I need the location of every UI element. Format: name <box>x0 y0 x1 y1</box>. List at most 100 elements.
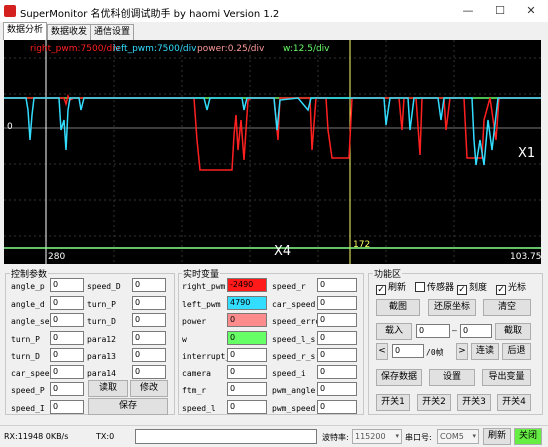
param-input[interactable]: 0 <box>132 365 166 379</box>
refresh-port-button[interactable]: 刷新 <box>483 428 511 445</box>
right-value: 103.75 <box>510 252 541 262</box>
port-select[interactable]: COM5 ▾ <box>437 429 479 444</box>
param-input[interactable]: 0 <box>50 382 84 396</box>
checkbox-label: 刻度 <box>469 283 488 293</box>
port-label: 串口号: <box>405 433 432 442</box>
prev-frame-button[interactable]: < <box>376 343 388 360</box>
scale-checkbox[interactable]: ✓ 刻度 <box>457 280 487 295</box>
load-to-input[interactable]: 0 <box>460 324 492 338</box>
tab-data-transfer[interactable]: 数据收发 <box>47 24 92 40</box>
switch3-button[interactable]: 开关3 <box>457 394 491 411</box>
tx-counter: TX:0 <box>96 432 115 441</box>
cut-button[interactable]: 截取 <box>495 323 531 340</box>
var-label: pwm_speed <box>272 404 316 413</box>
param-label: angle_p <box>11 282 45 291</box>
param-input[interactable]: 0 <box>132 348 166 362</box>
frame-input[interactable]: 0 <box>392 344 424 358</box>
waveform-canvas <box>4 40 541 264</box>
var-label: speed_l <box>182 404 216 413</box>
var-value: 0 <box>227 400 267 414</box>
param-input[interactable]: 0 <box>50 348 84 362</box>
param-input[interactable]: 0 <box>50 400 84 414</box>
param-label: turn_P <box>11 335 40 344</box>
cursor-value: 172 <box>353 240 371 250</box>
var-value: 0 <box>317 365 357 379</box>
frame-count: /0帧 <box>426 348 444 357</box>
var-value: 0 <box>227 382 267 396</box>
tab-data-analysis[interactable]: 数据分析 <box>3 22 48 40</box>
load-button[interactable]: 载入 <box>376 323 412 340</box>
oscilloscope[interactable]: right_pwm:7500/div left_pwm:7500/div pow… <box>4 40 541 264</box>
checkbox-checked-icon: ✓ <box>457 285 467 295</box>
param-input[interactable]: 0 <box>50 278 84 292</box>
param-input[interactable]: 0 <box>132 331 166 345</box>
param-input[interactable]: 0 <box>132 296 166 310</box>
switch1-button[interactable]: 开关1 <box>376 394 410 411</box>
tab-bar: 数据分析 数据收发 通信设置 <box>0 22 548 40</box>
var-value: 0 <box>317 313 357 327</box>
x4-label: X4 <box>274 244 292 259</box>
port-value: COM5 <box>440 432 464 441</box>
function-title: 功能区 <box>373 267 403 280</box>
var-label: speed_i <box>272 369 306 378</box>
param-input[interactable]: 0 <box>132 278 166 292</box>
status-bar: RX:11948 0KB/s TX:0 波特率: 115200 ▾ 串口号: CO… <box>0 425 548 447</box>
param-input[interactable]: 0 <box>50 313 84 327</box>
close-port-button[interactable]: 关闭 <box>514 428 542 445</box>
var-label: power <box>182 317 207 326</box>
minimize-button[interactable]: — <box>458 3 478 18</box>
save-data-button[interactable]: 保存数据 <box>376 369 422 386</box>
grid <box>4 40 541 264</box>
var-value: 0 <box>317 331 357 345</box>
param-label: para12 <box>87 335 116 344</box>
tab-comm-settings[interactable]: 通信设置 <box>90 24 135 40</box>
read-button[interactable]: 读取 <box>88 380 128 397</box>
export-vars-button[interactable]: 导出变量 <box>482 369 531 386</box>
param-input[interactable]: 0 <box>50 331 84 345</box>
maximize-button[interactable]: ☐ <box>490 3 510 18</box>
save-params-button[interactable]: 保存 <box>88 398 168 415</box>
baud-select[interactable]: 115200 ▾ <box>352 429 402 444</box>
checkbox-checked-icon: ✓ <box>376 285 386 295</box>
param-input[interactable]: 0 <box>50 296 84 310</box>
range-dash: — <box>452 326 457 335</box>
load-from-input[interactable]: 0 <box>416 324 450 338</box>
window-title: SuperMonitor 名优科创调试助手 by haomi Version 1… <box>20 9 280 20</box>
var-value: 0 <box>227 365 267 379</box>
var-label: w <box>182 335 187 344</box>
settings-button[interactable]: 设置 <box>429 369 475 386</box>
close-button[interactable]: ✕ <box>521 3 541 18</box>
control-params-title: 控制参数 <box>10 267 49 280</box>
var-value: 0 <box>317 382 357 396</box>
param-label: speed_I <box>11 404 45 413</box>
baud-value: 115200 <box>355 432 386 441</box>
param-input[interactable]: 0 <box>132 313 166 327</box>
var-value-left-pwm: 4790 <box>227 296 267 310</box>
send-input[interactable] <box>135 429 317 444</box>
modify-button[interactable]: 修改 <box>130 380 168 397</box>
param-label: turn_D <box>11 352 40 361</box>
cursor-checkbox[interactable]: ✓ 光标 <box>496 280 526 295</box>
param-label: speed_P <box>11 386 45 395</box>
checkbox-label: 光标 <box>508 283 527 293</box>
back-button[interactable]: 后退 <box>502 343 531 360</box>
checkbox-label: 刷新 <box>388 283 407 293</box>
sensor-checkbox[interactable]: 传感器 <box>415 280 454 293</box>
var-label: left_pwm <box>182 300 221 309</box>
clear-button[interactable]: 清空 <box>483 299 531 316</box>
continuous-read-button[interactable]: 连读 <box>471 343 499 360</box>
param-label: car_speed <box>11 369 55 378</box>
switch2-button[interactable]: 开关2 <box>417 394 451 411</box>
screenshot-button[interactable]: 截图 <box>376 299 420 316</box>
x1-label: X1 <box>518 146 536 161</box>
zero-label: 0 <box>7 122 13 132</box>
switch4-button[interactable]: 开关4 <box>497 394 531 411</box>
param-label: turn_D <box>87 317 116 326</box>
var-label: speed_r_s <box>272 352 316 361</box>
param-input[interactable]: 0 <box>50 365 84 379</box>
param-label: para14 <box>87 369 116 378</box>
refresh-checkbox[interactable]: ✓ 刷新 <box>376 280 406 295</box>
param-label: para13 <box>87 352 116 361</box>
next-frame-button[interactable]: > <box>456 343 468 360</box>
restore-coords-button[interactable]: 还原坐标 <box>428 299 476 316</box>
